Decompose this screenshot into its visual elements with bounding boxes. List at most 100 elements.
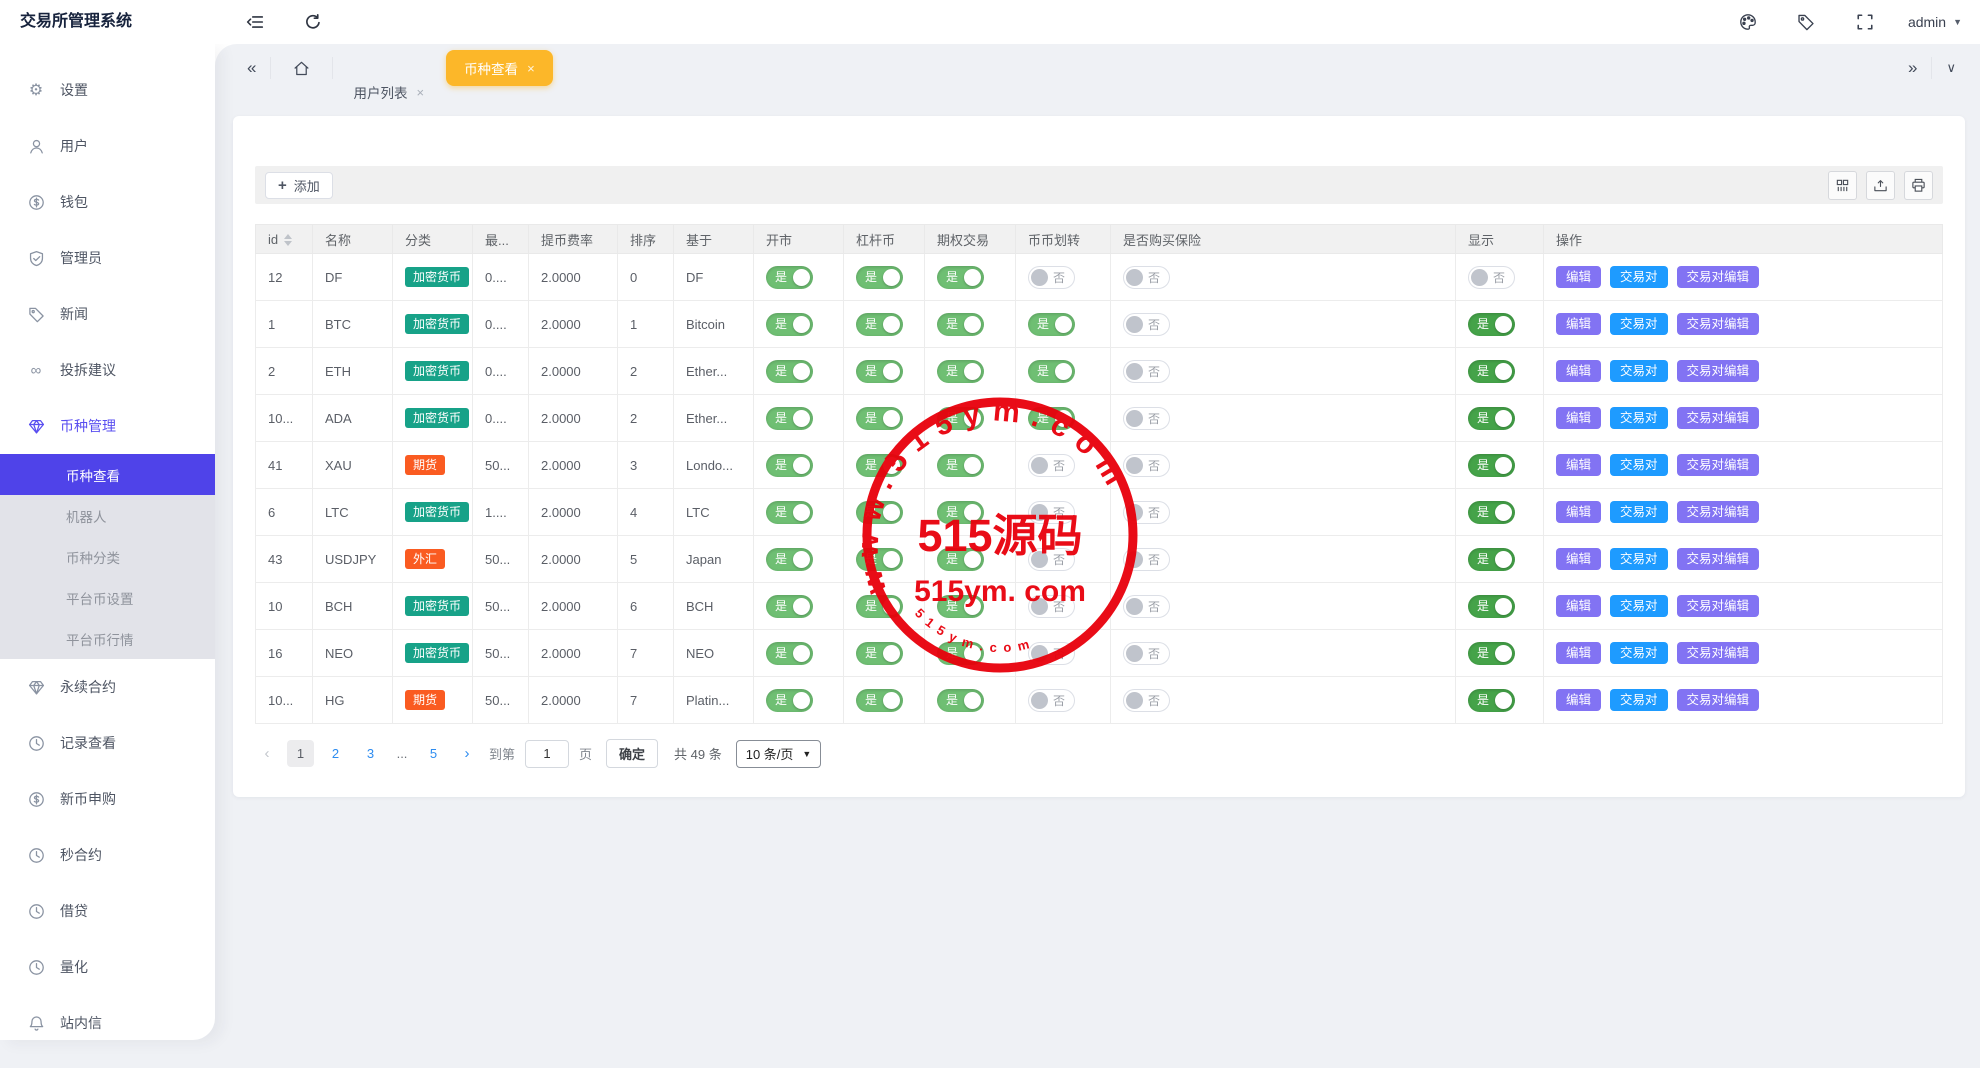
leverage-toggle[interactable]: 是	[856, 500, 903, 524]
display-toggle[interactable]: 是	[1468, 312, 1515, 336]
prev-page-icon[interactable]: ‹	[255, 745, 279, 762]
sidebar-item-11[interactable]: 借贷	[0, 883, 215, 939]
open-market-toggle[interactable]: 是	[766, 641, 813, 665]
insurance-toggle[interactable]: 否	[1123, 453, 1170, 477]
options-trade-toggle[interactable]: 是	[937, 641, 984, 665]
tag-icon[interactable]	[1796, 12, 1816, 32]
trade-pair-button[interactable]: 交易对	[1610, 406, 1668, 430]
display-toggle[interactable]: 是	[1468, 359, 1515, 383]
sidebar-item-0[interactable]: ⚙ 设置	[0, 62, 215, 118]
sidebar-item-4[interactable]: 新闻	[0, 286, 215, 342]
confirm-button[interactable]: 确定	[606, 739, 659, 768]
insurance-toggle[interactable]: 否	[1123, 547, 1170, 571]
trade-pair-edit-button[interactable]: 交易对编辑	[1676, 359, 1760, 383]
display-toggle[interactable]: 是	[1468, 641, 1515, 665]
trade-pair-button[interactable]: 交易对	[1610, 453, 1668, 477]
leverage-toggle[interactable]: 是	[856, 594, 903, 618]
options-trade-toggle[interactable]: 是	[937, 688, 984, 712]
edit-button[interactable]: 编辑	[1556, 312, 1602, 336]
edit-button[interactable]: 编辑	[1556, 547, 1602, 571]
trade-pair-edit-button[interactable]: 交易对编辑	[1676, 406, 1760, 430]
coin-transfer-toggle[interactable]: 否	[1028, 453, 1075, 477]
trade-pair-button[interactable]: 交易对	[1610, 547, 1668, 571]
trade-pair-edit-button[interactable]: 交易对编辑	[1676, 500, 1760, 524]
trade-pair-edit-button[interactable]: 交易对编辑	[1676, 265, 1760, 289]
sidebar-item-9[interactable]: 新币申购	[0, 771, 215, 827]
coin-transfer-toggle[interactable]: 是	[1028, 406, 1075, 430]
sidebar-item-1[interactable]: 用户	[0, 118, 215, 174]
edit-button[interactable]: 编辑	[1556, 594, 1602, 618]
display-toggle[interactable]: 是	[1468, 547, 1515, 571]
page-number-1[interactable]: 1	[287, 740, 314, 767]
sidebar-item-7[interactable]: 永续合约	[0, 659, 215, 715]
tab-2[interactable]: 用户列表 ×	[337, 68, 440, 116]
open-market-toggle[interactable]: 是	[766, 547, 813, 571]
trade-pair-button[interactable]: 交易对	[1610, 312, 1668, 336]
edit-button[interactable]: 编辑	[1556, 359, 1602, 383]
sidebar-item-5[interactable]: ∞ 投拆建议	[0, 342, 215, 398]
jump-page-input[interactable]	[525, 739, 570, 768]
sidebar-subitem-4[interactable]: 平台币行情	[0, 618, 215, 659]
leverage-toggle[interactable]: 是	[856, 406, 903, 430]
edit-button[interactable]: 编辑	[1556, 406, 1602, 430]
trade-pair-edit-button[interactable]: 交易对编辑	[1676, 594, 1760, 618]
display-toggle[interactable]: 是	[1468, 453, 1515, 477]
display-toggle[interactable]: 是	[1468, 500, 1515, 524]
trade-pair-edit-button[interactable]: 交易对编辑	[1676, 641, 1760, 665]
close-tab-icon[interactable]: ×	[527, 61, 535, 76]
trade-pair-button[interactable]: 交易对	[1610, 641, 1668, 665]
sidebar-subitem-0[interactable]: 币种查看	[0, 454, 215, 495]
sidebar-subitem-2[interactable]: 币种分类	[0, 536, 215, 577]
sidebar-item-10[interactable]: 秒合约	[0, 827, 215, 883]
trade-pair-edit-button[interactable]: 交易对编辑	[1676, 312, 1760, 336]
user-menu[interactable]: admin ▼	[1908, 0, 1962, 44]
display-toggle[interactable]: 是	[1468, 688, 1515, 712]
edit-button[interactable]: 编辑	[1556, 265, 1602, 289]
leverage-toggle[interactable]: 是	[856, 641, 903, 665]
options-trade-toggle[interactable]: 是	[937, 500, 984, 524]
sidebar-item-3[interactable]: 管理员	[0, 230, 215, 286]
print-button[interactable]	[1904, 170, 1933, 200]
insurance-toggle[interactable]: 否	[1123, 312, 1170, 336]
tabs-scroll-left-icon[interactable]: «	[237, 58, 266, 78]
coin-transfer-toggle[interactable]: 是	[1028, 359, 1075, 383]
trade-pair-edit-button[interactable]: 交易对编辑	[1676, 453, 1760, 477]
sidebar-item-13[interactable]: 站内信	[0, 995, 215, 1051]
trade-pair-button[interactable]: 交易对	[1610, 594, 1668, 618]
trade-pair-button[interactable]: 交易对	[1610, 500, 1668, 524]
sidebar-item-6[interactable]: 币种管理	[0, 398, 215, 454]
fullscreen-icon[interactable]	[1855, 12, 1875, 32]
sidebar-subitem-1[interactable]: 机器人	[0, 495, 215, 536]
trade-pair-edit-button[interactable]: 交易对编辑	[1676, 547, 1760, 571]
open-market-toggle[interactable]: 是	[766, 406, 813, 430]
options-trade-toggle[interactable]: 是	[937, 547, 984, 571]
page-number-5[interactable]: 5	[420, 740, 447, 767]
coin-transfer-toggle[interactable]: 否	[1028, 594, 1075, 618]
open-market-toggle[interactable]: 是	[766, 312, 813, 336]
insurance-toggle[interactable]: 否	[1123, 359, 1170, 383]
theme-palette-icon[interactable]	[1738, 12, 1758, 32]
page-size-select[interactable]: 10 条/页 ▼	[735, 739, 822, 768]
options-trade-toggle[interactable]: 是	[937, 265, 984, 289]
sidebar-item-2[interactable]: 钱包	[0, 174, 215, 230]
close-tab-icon[interactable]: ×	[416, 85, 424, 100]
page-number-2[interactable]: 2	[322, 740, 349, 767]
sidebar-item-8[interactable]: 记录查看	[0, 715, 215, 771]
display-toggle[interactable]: 是	[1468, 406, 1515, 430]
options-trade-toggle[interactable]: 是	[937, 406, 984, 430]
trade-pair-button[interactable]: 交易对	[1610, 265, 1668, 289]
sidebar-item-12[interactable]: 量化	[0, 939, 215, 995]
open-market-toggle[interactable]: 是	[766, 500, 813, 524]
leverage-toggle[interactable]: 是	[856, 265, 903, 289]
edit-button[interactable]: 编辑	[1556, 453, 1602, 477]
leverage-toggle[interactable]: 是	[856, 453, 903, 477]
sidebar-subitem-3[interactable]: 平台币设置	[0, 577, 215, 618]
coin-transfer-toggle[interactable]: 否	[1028, 547, 1075, 571]
display-toggle[interactable]: 否	[1468, 265, 1515, 289]
open-market-toggle[interactable]: 是	[766, 688, 813, 712]
edit-button[interactable]: 编辑	[1556, 500, 1602, 524]
trade-pair-button[interactable]: 交易对	[1610, 359, 1668, 383]
leverage-toggle[interactable]: 是	[856, 359, 903, 383]
insurance-toggle[interactable]: 否	[1123, 265, 1170, 289]
trade-pair-edit-button[interactable]: 交易对编辑	[1676, 688, 1760, 712]
